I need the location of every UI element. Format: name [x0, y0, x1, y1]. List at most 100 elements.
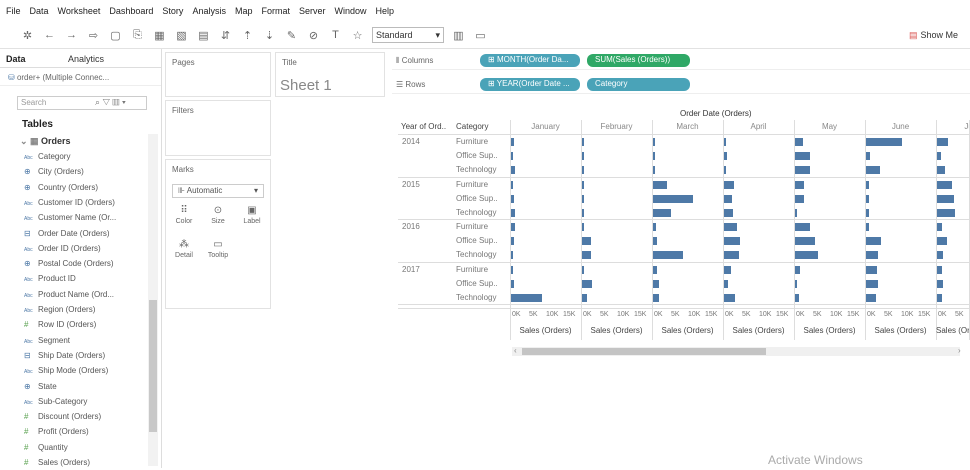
bar-mark[interactable] — [937, 293, 942, 302]
new-sheet-icon[interactable]: ▦ — [152, 29, 167, 42]
bar-mark[interactable] — [866, 180, 869, 189]
bar-mark[interactable] — [937, 237, 948, 246]
field-item[interactable]: ⊟ Order Date (Orders) — [24, 227, 110, 241]
field-item[interactable]: Abc Segment — [24, 334, 70, 348]
month-header[interactable]: March — [652, 122, 723, 134]
bar-mark[interactable] — [866, 152, 870, 161]
bar-mark[interactable] — [653, 166, 655, 175]
bar-mark[interactable] — [937, 265, 943, 274]
bar-mark[interactable] — [511, 166, 515, 175]
field-item[interactable]: ⊕ Postal Code (Orders) — [24, 257, 114, 271]
bar-mark[interactable] — [582, 293, 588, 302]
menu-data[interactable]: Data — [30, 6, 49, 16]
bar-mark[interactable] — [511, 237, 515, 246]
bar-mark[interactable] — [866, 265, 878, 274]
bar-mark[interactable] — [653, 152, 655, 161]
bar-mark[interactable] — [582, 279, 593, 288]
label-icon[interactable]: T — [328, 29, 343, 41]
bar-mark[interactable] — [866, 194, 869, 203]
bar-mark[interactable] — [511, 279, 514, 288]
category-label[interactable]: Office Sup.. — [456, 279, 498, 288]
sheet-title[interactable]: Sheet 1 — [280, 77, 332, 94]
axis-label[interactable]: Sales (Orders) — [723, 326, 794, 335]
bar-mark[interactable] — [511, 223, 515, 231]
duplicate-sheet-icon[interactable]: ▧ — [174, 29, 189, 42]
mark-size-button[interactable]: ⊙ Size — [204, 204, 232, 230]
field-item[interactable]: Abc Order ID (Orders) — [24, 242, 101, 256]
sort-asc-icon[interactable]: ⇡ — [240, 29, 255, 42]
bar-mark[interactable] — [653, 223, 657, 231]
scroll-right-icon[interactable]: › — [958, 346, 961, 355]
bar-mark[interactable] — [866, 279, 879, 288]
bar-mark[interactable] — [511, 251, 513, 260]
bar-mark[interactable] — [795, 293, 799, 302]
month-header[interactable]: January — [510, 122, 581, 134]
bar-mark[interactable] — [653, 251, 684, 260]
menu-analysis[interactable]: Analysis — [192, 6, 226, 16]
bar-mark[interactable] — [511, 138, 514, 146]
category-label[interactable]: Furniture — [456, 137, 488, 146]
bar-mark[interactable] — [937, 194, 954, 203]
scrollbar-thumb[interactable] — [149, 300, 157, 432]
field-item[interactable]: Abc Region (Orders) — [24, 303, 95, 317]
bar-mark[interactable] — [795, 166, 810, 175]
pill-category[interactable]: Category — [587, 78, 690, 91]
pin-icon[interactable]: ☆ — [350, 29, 365, 42]
bar-mark[interactable] — [582, 152, 584, 161]
field-item[interactable]: # Row ID (Orders) — [24, 318, 96, 332]
bar-mark[interactable] — [795, 237, 816, 246]
bar-mark[interactable] — [582, 138, 584, 146]
bar-mark[interactable] — [937, 279, 943, 288]
year-label[interactable]: 2017 — [402, 265, 420, 274]
mark-type-dropdown[interactable]: ⊪ Automatic ▾ — [172, 184, 264, 198]
bar-mark[interactable] — [724, 293, 735, 302]
field-item[interactable]: Abc Ship Mode (Orders) — [24, 364, 108, 378]
bar-mark[interactable] — [724, 251, 739, 260]
category-label[interactable]: Technology — [456, 165, 496, 174]
bar-mark[interactable] — [653, 279, 659, 288]
month-header[interactable]: April — [723, 122, 794, 134]
category-label[interactable]: Furniture — [456, 180, 488, 189]
category-label[interactable]: Office Sup.. — [456, 151, 498, 160]
menu-help[interactable]: Help — [376, 6, 395, 16]
bar-mark[interactable] — [795, 265, 801, 274]
bar-mark[interactable] — [582, 194, 584, 203]
bar-mark[interactable] — [511, 265, 514, 274]
bar-mark[interactable] — [653, 237, 658, 246]
menu-story[interactable]: Story — [162, 6, 183, 16]
group-icon[interactable]: ⊘ — [306, 29, 321, 42]
bar-mark[interactable] — [653, 138, 655, 146]
bar-mark[interactable] — [937, 251, 943, 260]
month-header[interactable]: July — [936, 122, 970, 134]
highlight-icon[interactable]: ✎ — [284, 29, 299, 42]
bar-mark[interactable] — [795, 180, 805, 189]
bar-mark[interactable] — [866, 237, 881, 246]
sort-desc-icon[interactable]: ⇣ — [262, 29, 277, 42]
bar-mark[interactable] — [795, 208, 797, 217]
field-item[interactable]: Abc Product Name (Ord... — [24, 288, 114, 302]
table-orders[interactable]: ⌄ ▦ Orders — [20, 136, 71, 147]
mark-label-button[interactable]: ▣ Label — [238, 204, 266, 230]
bar-mark[interactable] — [795, 152, 811, 161]
bar-mark[interactable] — [866, 166, 881, 175]
scroll-left-icon[interactable]: ‹ — [514, 346, 517, 355]
bar-mark[interactable] — [582, 237, 591, 246]
month-header[interactable]: June — [865, 122, 936, 134]
bar-mark[interactable] — [724, 166, 727, 175]
bar-mark[interactable] — [511, 194, 514, 203]
bar-mark[interactable] — [582, 208, 584, 217]
bar-mark[interactable] — [653, 265, 658, 274]
bar-mark[interactable] — [582, 265, 584, 274]
menu-server[interactable]: Server — [299, 6, 326, 16]
bar-mark[interactable] — [795, 251, 819, 260]
row-header-year[interactable]: Year of Ord.. — [401, 122, 446, 131]
category-label[interactable]: Office Sup.. — [456, 236, 498, 245]
bar-mark[interactable] — [511, 208, 516, 217]
field-item[interactable]: ⊕ City (Orders) — [24, 165, 84, 179]
bar-mark[interactable] — [724, 237, 741, 246]
field-item[interactable]: Abc Category — [24, 150, 70, 164]
menu-window[interactable]: Window — [335, 6, 367, 16]
bar-mark[interactable] — [724, 279, 728, 288]
bar-mark[interactable] — [724, 180, 734, 189]
field-item[interactable]: # Quantity — [24, 441, 68, 455]
